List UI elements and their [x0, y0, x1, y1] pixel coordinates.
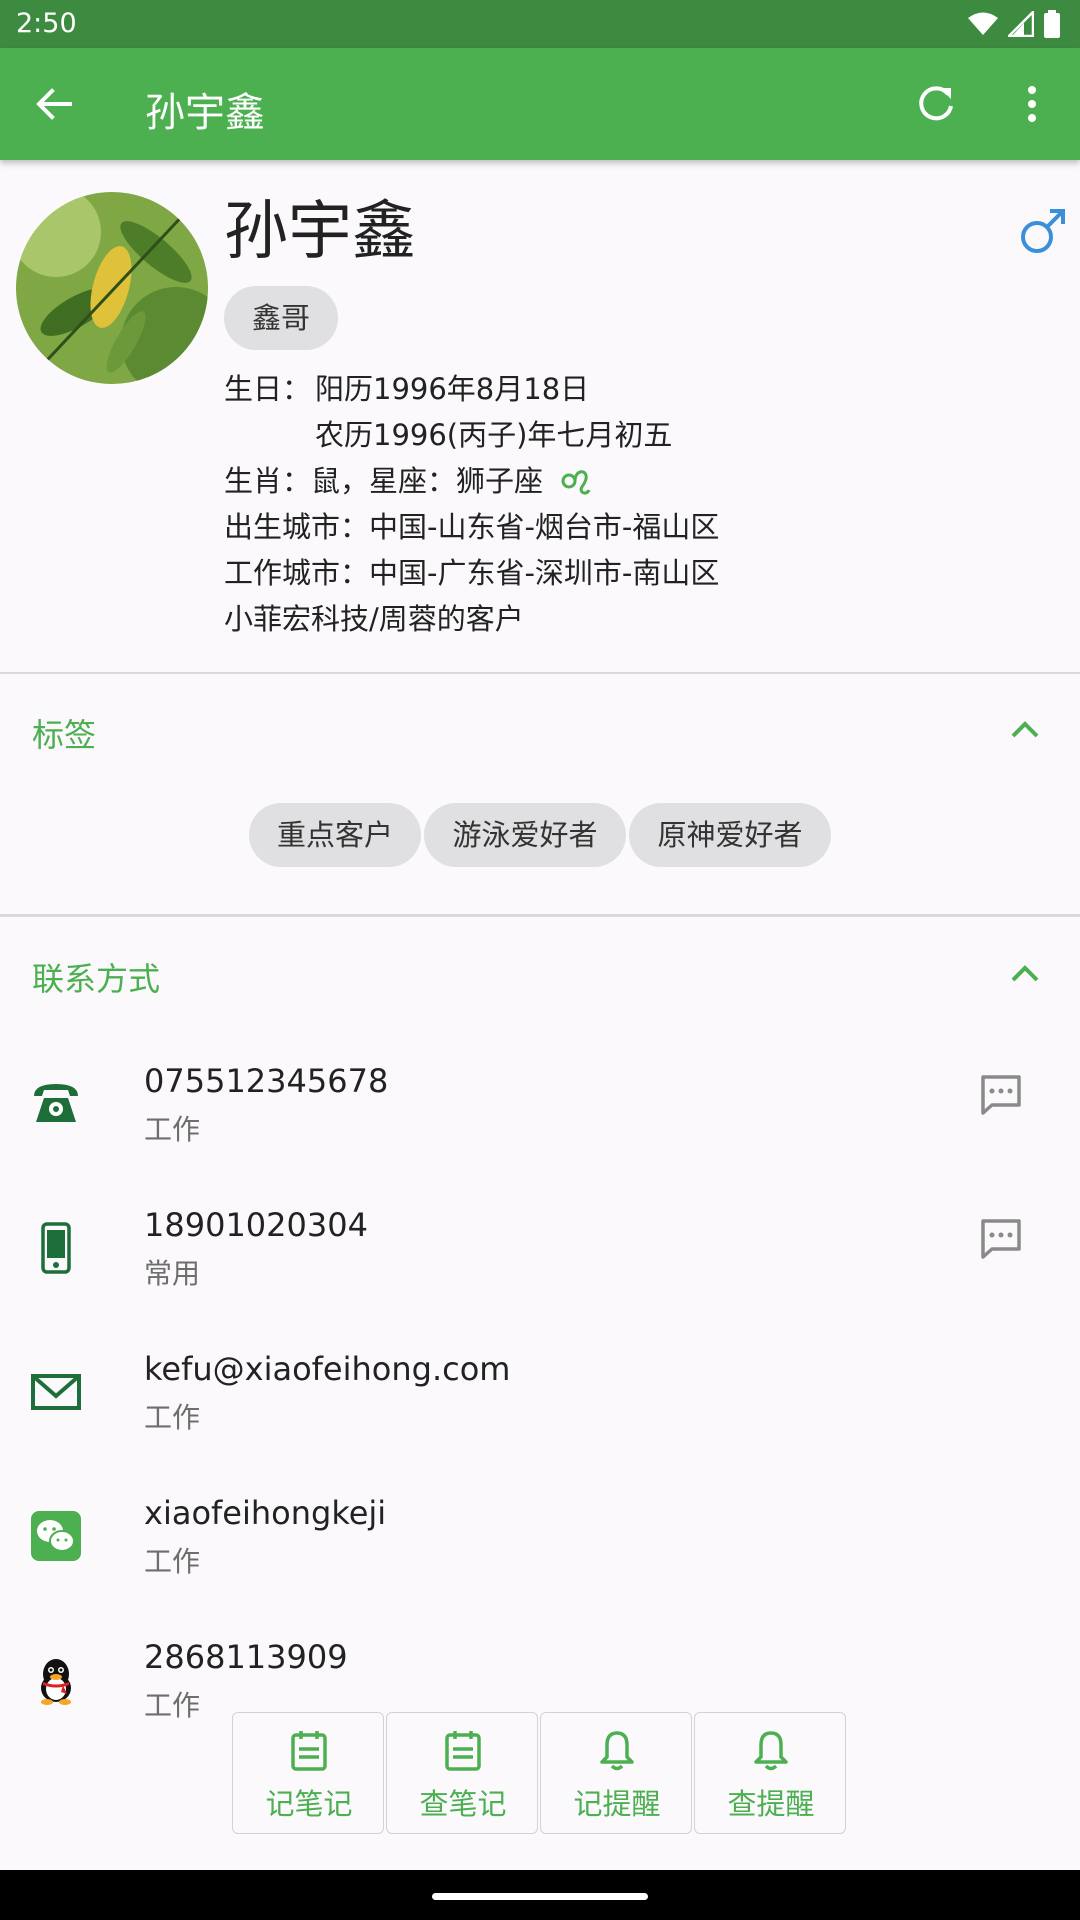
contact-type: 工作 [144, 1401, 201, 1434]
add-reminder-button[interactable]: 记提醒 [540, 1712, 692, 1834]
app-bar: 孙宇鑫 [0, 48, 1080, 160]
contact-value: xiaofeihongkeji [144, 1494, 387, 1532]
collapse-chevron-icon[interactable] [1005, 954, 1045, 994]
mobile-phone-icon [41, 1222, 71, 1274]
tag-chip[interactable]: 原神爱好者 [629, 803, 831, 867]
divider [0, 672, 1080, 674]
contact-row-email[interactable]: kefu@xiaofeihong.com 工作 [0, 1350, 1080, 1490]
qq-icon [41, 1659, 71, 1705]
collapse-chevron-icon[interactable] [1005, 710, 1045, 750]
view-notes-label: 查笔记 [419, 1787, 507, 1821]
app-bar-title: 孙宇鑫 [145, 90, 265, 136]
company: 小菲宏科技/周蓉的客户 [224, 602, 524, 636]
birth-city: 出生城市：中国-山东省-烟台市-福山区 [224, 510, 720, 544]
divider [0, 914, 1080, 917]
birthday-label: 生日： [224, 372, 312, 406]
contact-type: 工作 [144, 1545, 201, 1578]
status-icons [968, 10, 1060, 38]
avatar [16, 192, 208, 384]
message-icon[interactable] [978, 1216, 1024, 1262]
zodiac-text: 生肖：鼠，星座：狮子座 [224, 464, 544, 498]
wechat-icon [31, 1511, 81, 1561]
status-time: 2:50 [16, 8, 77, 39]
bell-icon [754, 1731, 788, 1771]
navigation-bar [0, 1870, 1080, 1920]
email-icon [31, 1374, 81, 1410]
contact-name: 孙宇鑫 [224, 195, 416, 269]
status-bar: 2:50 [0, 0, 1080, 48]
add-note-label: 记笔记 [265, 1787, 353, 1821]
cell-signal-icon [1008, 11, 1034, 37]
tag-chip[interactable]: 游泳爱好者 [424, 803, 626, 867]
message-icon[interactable] [978, 1072, 1024, 1118]
birthday-lunar: 农历1996(丙子)年七月初五 [315, 418, 673, 452]
contact-value: kefu@xiaofeihong.com [144, 1350, 511, 1388]
view-reminders-button[interactable]: 查提醒 [694, 1712, 846, 1834]
contact-type: 常用 [144, 1257, 201, 1290]
tags-section-title: 标签 [32, 716, 97, 754]
leo-sign-icon [561, 470, 591, 495]
male-gender-icon [1021, 209, 1065, 253]
home-gesture-handle[interactable] [432, 1893, 648, 1900]
contact-row-mobile[interactable]: 18901020304 常用 [0, 1206, 1080, 1346]
add-reminder-label: 记提醒 [573, 1787, 661, 1821]
contact-type: 工作 [144, 1113, 201, 1146]
telephone-icon [34, 1084, 78, 1122]
contact-value: 18901020304 [144, 1206, 368, 1244]
wifi-icon [968, 12, 998, 35]
add-note-button[interactable]: 记笔记 [232, 1712, 384, 1834]
work-city: 工作城市：中国-广东省-深圳市-南山区 [224, 556, 720, 590]
note-icon [445, 1731, 481, 1771]
zodiac-line: 生肖：鼠，星座：狮子座 [224, 461, 592, 501]
view-notes-button[interactable]: 查笔记 [386, 1712, 538, 1834]
birthday-solar: 阳历1996年8月18日 [315, 372, 590, 406]
contact-row-telephone[interactable]: 075512345678 工作 [0, 1062, 1080, 1202]
bell-icon [600, 1731, 634, 1771]
battery-icon [1044, 10, 1060, 38]
tag-chip[interactable]: 重点客户 [249, 803, 421, 867]
contact-value: 2868113909 [144, 1638, 348, 1676]
more-options-icon[interactable] [1008, 80, 1056, 128]
back-arrow-icon[interactable] [30, 80, 78, 128]
contact-row-wechat[interactable]: xiaofeihongkeji 工作 [0, 1494, 1080, 1634]
contact-section-title: 联系方式 [32, 960, 161, 998]
contact-value: 075512345678 [144, 1062, 389, 1100]
note-icon [291, 1731, 327, 1771]
nickname-chip: 鑫哥 [224, 286, 338, 350]
bottom-toolbar: 记笔记 查笔记 记提醒 查提醒 [232, 1712, 848, 1836]
contact-type: 工作 [144, 1689, 201, 1722]
refresh-icon[interactable] [912, 80, 960, 128]
view-reminders-label: 查提醒 [727, 1787, 815, 1821]
